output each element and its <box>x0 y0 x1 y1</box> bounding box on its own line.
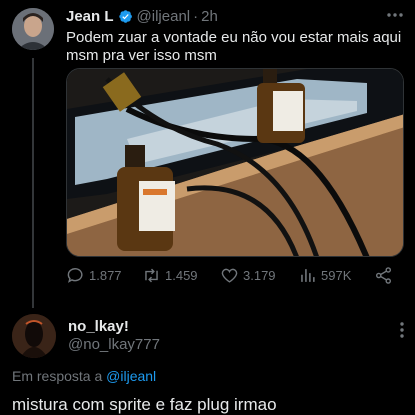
more-options-icon[interactable] <box>385 7 405 23</box>
reply-author-name[interactable]: no_lkay! <box>68 318 129 335</box>
avatar-photo <box>12 8 54 50</box>
reply-count: 1.877 <box>89 268 122 283</box>
views-button[interactable]: 597K <box>298 266 351 285</box>
replying-to: Em resposta a @iljeanl <box>12 368 156 384</box>
author-name[interactable]: Jean L <box>66 8 114 25</box>
share-icon <box>375 267 392 284</box>
verified-badge-icon <box>118 10 132 23</box>
share-button[interactable] <box>374 266 397 285</box>
like-count: 3.179 <box>243 268 276 283</box>
retweet-count: 1.459 <box>165 268 198 283</box>
media-photo <box>67 69 403 256</box>
views-count: 597K <box>321 268 352 283</box>
replying-to-link[interactable]: @iljeanl <box>106 368 156 384</box>
retweet-icon <box>145 268 158 283</box>
tweet-actions: 1.877 1.459 3.179 597K <box>66 266 396 290</box>
reply-icon <box>67 268 83 283</box>
author-handle[interactable]: @iljeanl <box>137 8 191 25</box>
retweet-button[interactable]: 1.459 <box>142 266 198 285</box>
tweet-media-image[interactable] <box>66 68 404 257</box>
heart-icon <box>221 268 238 283</box>
reply-author-avatar[interactable] <box>12 314 56 358</box>
thread-line <box>32 58 34 308</box>
tweet-time[interactable]: 2h <box>201 8 218 25</box>
author-avatar[interactable] <box>12 8 54 50</box>
reply-header: no_lkay! <box>68 318 129 335</box>
tweet-header: Jean L @iljeanl · 2h <box>66 8 218 25</box>
like-button[interactable]: 3.179 <box>220 266 276 285</box>
reply-text: mistura com sprite e faz plug irmao <box>12 395 277 414</box>
tweet-text: Podem zuar a vontade eu não vou estar ma… <box>66 29 402 64</box>
separator-dot: · <box>193 8 199 25</box>
views-chart-icon <box>301 269 315 282</box>
avatar-photo <box>12 314 56 358</box>
replying-to-prefix: Em resposta a <box>12 368 103 384</box>
reply-author-handle[interactable]: @no_lkay777 <box>68 336 160 353</box>
more-options-vertical-icon[interactable] <box>399 321 405 339</box>
reply-button[interactable]: 1.877 <box>66 266 122 285</box>
